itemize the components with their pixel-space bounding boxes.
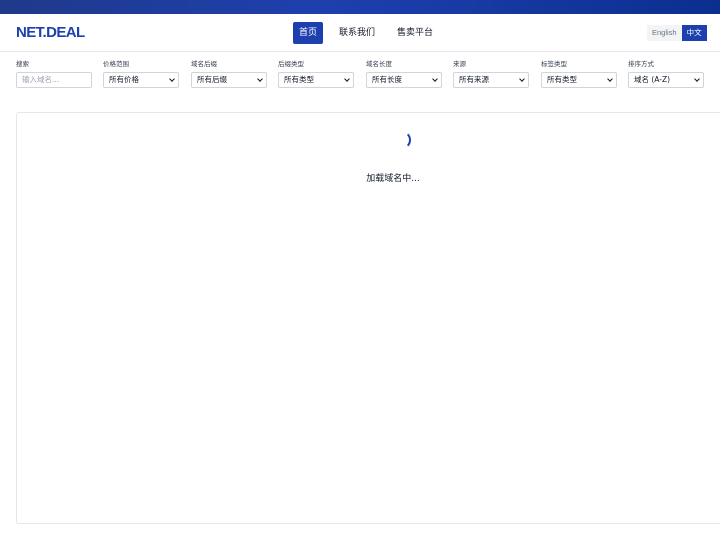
language-english-button[interactable]: English (647, 25, 682, 41)
suffix-type-select[interactable]: 所有类型 (278, 72, 354, 88)
chevron-down-icon (257, 76, 263, 82)
filter-source: 来源 所有来源 (453, 60, 529, 88)
suffix-select[interactable]: 所有后缀 (191, 72, 267, 88)
suffix-select-value: 所有后缀 (197, 75, 227, 84)
suffix-type-select-value: 所有类型 (284, 75, 314, 84)
main-nav: 首页 联系我们 售卖平台 (293, 22, 439, 44)
filter-search: 搜索 输入域名... (16, 60, 92, 88)
tag-type-select[interactable]: 所有类型 (541, 72, 617, 88)
chevron-down-icon (607, 76, 613, 82)
language-switcher: English 中文 (647, 25, 707, 41)
suffix-label: 域名后缀 (191, 60, 217, 68)
loading-spinner-icon (393, 131, 411, 149)
filter-sort: 排序方式 域名 (A-Z) (628, 60, 704, 88)
language-chinese-button[interactable]: 中文 (681, 25, 707, 41)
nav-home[interactable]: 首页 (293, 22, 324, 44)
tag-type-select-value: 所有类型 (547, 75, 577, 84)
domain-list-panel: 加载域名中... (16, 112, 720, 524)
search-input[interactable]: 输入域名... (16, 72, 92, 88)
source-select-value: 所有来源 (459, 75, 489, 84)
site-logo[interactable]: NET.DEAL (16, 24, 85, 41)
price-select-value: 所有价格 (109, 75, 139, 84)
filter-bar: 搜索 输入域名... 价格范围 所有价格 域名后缀 所有后缀 后缀类型 所有类型… (16, 60, 706, 90)
nav-contact[interactable]: 联系我们 (333, 22, 381, 44)
chevron-down-icon (432, 76, 438, 82)
chevron-down-icon (344, 76, 350, 82)
length-select-value: 所有长度 (372, 75, 402, 84)
filter-suffix: 域名后缀 所有后缀 (191, 60, 267, 88)
top-accent-bar (0, 0, 720, 14)
chevron-down-icon (694, 76, 700, 82)
suffix-type-label: 后缀类型 (278, 60, 304, 68)
source-label: 来源 (453, 60, 466, 68)
sort-label: 排序方式 (628, 60, 654, 68)
filter-length: 域名长度 所有长度 (366, 60, 442, 88)
filter-price: 价格范围 所有价格 (103, 60, 179, 88)
chevron-down-icon (519, 76, 525, 82)
sort-select-value: 域名 (A-Z) (634, 75, 671, 84)
source-select[interactable]: 所有来源 (453, 72, 529, 88)
sort-select[interactable]: 域名 (A-Z) (628, 72, 704, 88)
loading-text: 加载域名中... (366, 174, 420, 184)
site-header: NET.DEAL 首页 联系我们 售卖平台 English 中文 (0, 14, 720, 52)
price-select[interactable]: 所有价格 (103, 72, 179, 88)
chevron-down-icon (169, 76, 175, 82)
filter-suffix-type: 后缀类型 所有类型 (278, 60, 354, 88)
tag-type-label: 标签类型 (541, 60, 567, 68)
price-label: 价格范围 (103, 60, 129, 68)
length-label: 域名长度 (366, 60, 392, 68)
length-select[interactable]: 所有长度 (366, 72, 442, 88)
search-label: 搜索 (16, 60, 29, 68)
nav-marketplace[interactable]: 售卖平台 (391, 22, 439, 44)
filter-tag-type: 标签类型 所有类型 (541, 60, 617, 88)
